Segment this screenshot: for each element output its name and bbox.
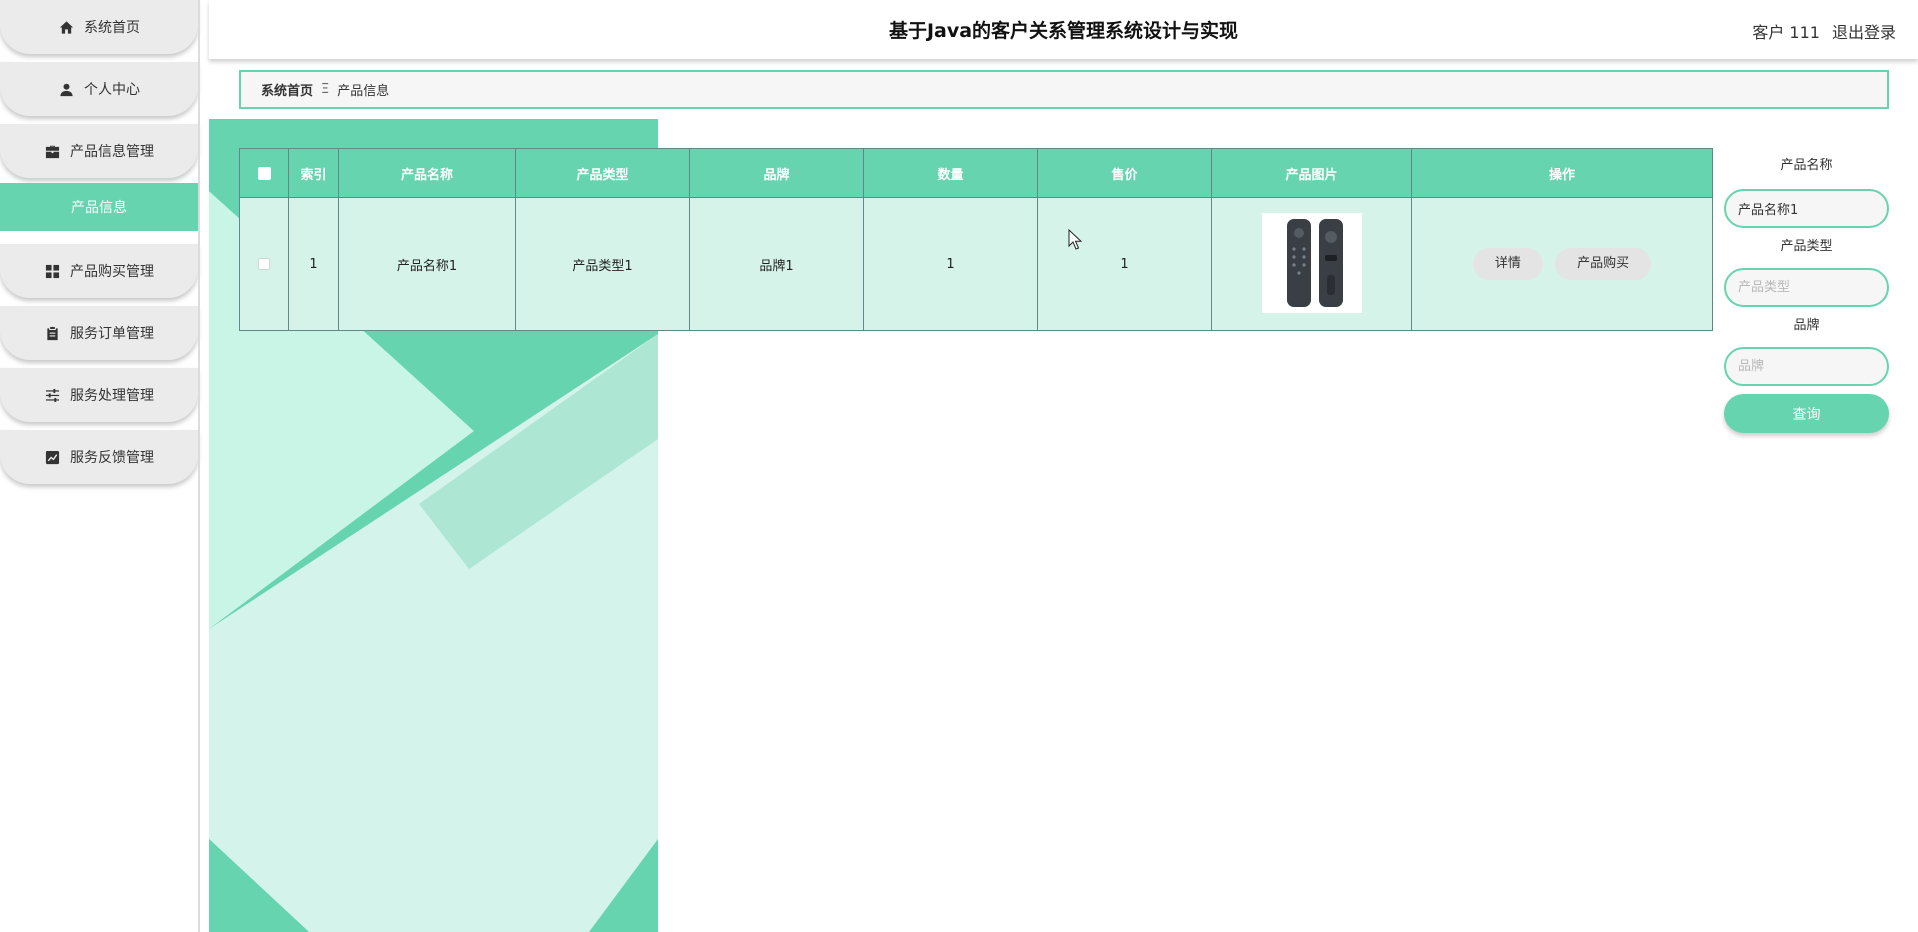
detail-button[interactable]: 详情 xyxy=(1472,248,1543,280)
sidebar-item-label: 个人中心 xyxy=(84,82,140,98)
product-name-label: 产品名称 xyxy=(1780,158,1833,173)
quantity-cell: 1 xyxy=(863,197,1038,331)
sliders-icon xyxy=(44,387,60,403)
column-header: 售价 xyxy=(1037,148,1212,198)
sidebar-item-label: 产品购买管理 xyxy=(70,264,154,280)
remote-control-image[interactable] xyxy=(1261,213,1362,313)
sidebar-subitem-product-info[interactable]: 产品信息 xyxy=(0,183,198,231)
table-header-row: 索引 产品名称 产品类型 品牌 数量 售价 产品图片 操作 xyxy=(239,148,1713,198)
briefcase-icon xyxy=(44,143,60,159)
brand-cell: 品牌1 xyxy=(689,197,864,331)
sidebar-item-personal-center[interactable]: 个人中心 xyxy=(0,62,198,116)
product-type-input[interactable] xyxy=(1724,268,1889,307)
brand-label: 品牌 xyxy=(1793,318,1820,333)
row-checkbox[interactable] xyxy=(258,258,270,270)
app-title: 基于Java的客户关系管理系统设计与实现 xyxy=(888,20,1239,42)
select-all-cell xyxy=(239,148,289,198)
sidebar: 系统首页 个人中心 产品信息管理 产品信息 产品购买管理 服务订单管理 服务处理… xyxy=(0,0,200,932)
column-header: 索引 xyxy=(288,148,339,198)
chart-icon xyxy=(44,449,60,465)
person-icon xyxy=(58,81,74,97)
sidebar-item-home[interactable]: 系统首页 xyxy=(0,0,198,54)
actions-cell: 详情 产品购买 xyxy=(1411,197,1713,331)
sidebar-item-label: 系统首页 xyxy=(84,20,140,36)
sidebar-item-label: 服务订单管理 xyxy=(70,326,154,342)
column-header: 操作 xyxy=(1411,148,1713,198)
table-row: 1 产品名称1 产品类型1 品牌1 1 1 详情 产品购买 xyxy=(239,197,1713,331)
breadcrumb-separator: Ξ xyxy=(321,82,330,97)
sidebar-item-service-feedback-management[interactable]: 服务反馈管理 xyxy=(0,430,198,484)
product-table: 索引 产品名称 产品类型 品牌 数量 售价 产品图片 操作 1 产品名称1 产品… xyxy=(239,148,1713,331)
select-all-checkbox[interactable] xyxy=(257,166,271,180)
column-header: 产品图片 xyxy=(1211,148,1412,198)
sidebar-item-service-processing-management[interactable]: 服务处理管理 xyxy=(0,368,198,422)
breadcrumb-current: 产品信息 xyxy=(337,84,390,99)
sidebar-item-label: 服务处理管理 xyxy=(70,388,154,404)
purchase-button[interactable]: 产品购买 xyxy=(1555,248,1652,280)
sidebar-item-product-purchase-management[interactable]: 产品购买管理 xyxy=(0,244,198,298)
product-name-cell: 产品名称1 xyxy=(338,197,516,331)
breadcrumb: 系统首页 Ξ 产品信息 xyxy=(239,70,1889,109)
column-header: 产品类型 xyxy=(515,148,690,198)
index-cell: 1 xyxy=(288,197,339,331)
clipboard-icon xyxy=(44,325,60,341)
row-select-cell xyxy=(239,197,289,331)
search-button[interactable]: 查询 xyxy=(1724,394,1889,433)
sidebar-item-product-info-management[interactable]: 产品信息管理 xyxy=(0,124,198,178)
logout-link[interactable]: 退出登录 xyxy=(1832,19,1896,43)
sidebar-item-service-order-management[interactable]: 服务订单管理 xyxy=(0,306,198,360)
mouse-cursor-icon xyxy=(1068,229,1082,250)
sidebar-item-label: 产品信息管理 xyxy=(70,144,154,160)
product-image-cell xyxy=(1211,197,1412,331)
grid-icon xyxy=(44,263,60,279)
column-header: 品牌 xyxy=(689,148,864,198)
top-header: 基于Java的客户关系管理系统设计与实现 客户 111 退出登录 xyxy=(209,0,1918,59)
current-user: 客户 111 xyxy=(1752,23,1820,42)
product-type-cell: 产品类型1 xyxy=(515,197,690,331)
home-icon xyxy=(58,19,74,35)
product-name-input[interactable] xyxy=(1724,189,1889,228)
brand-input[interactable] xyxy=(1724,347,1889,386)
header-user-area: 客户 111 退出登录 xyxy=(1752,19,1896,43)
price-cell: 1 xyxy=(1037,197,1212,331)
search-panel: 产品名称 产品类型 品牌 查询 xyxy=(1724,156,1889,433)
breadcrumb-home[interactable]: 系统首页 xyxy=(261,80,313,99)
sidebar-item-label: 服务反馈管理 xyxy=(70,450,154,466)
column-header: 数量 xyxy=(863,148,1038,198)
product-type-label: 产品类型 xyxy=(1780,239,1833,254)
column-header: 产品名称 xyxy=(338,148,516,198)
